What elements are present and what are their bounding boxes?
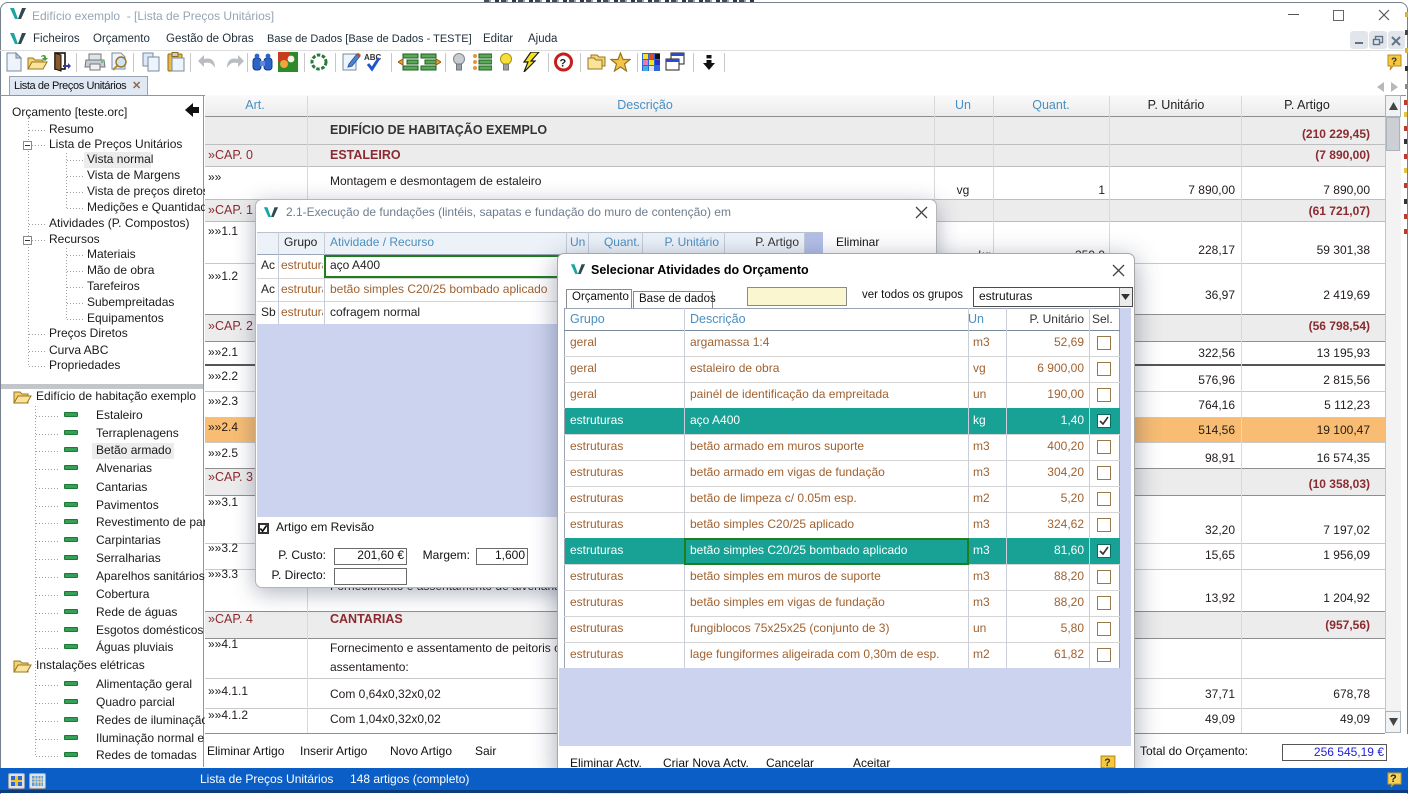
- svg-text:?: ?: [1391, 57, 1397, 68]
- svg-text:?: ?: [560, 58, 567, 70]
